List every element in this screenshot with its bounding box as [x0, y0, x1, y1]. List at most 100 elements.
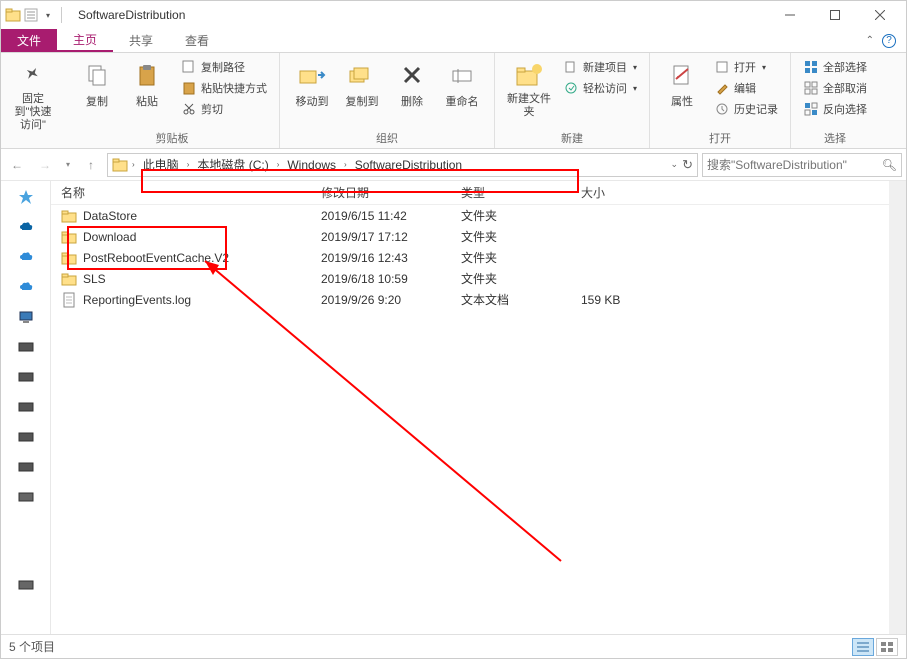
- open-button[interactable]: 打开▾: [710, 57, 782, 77]
- address-dropdown-icon[interactable]: ⌄: [671, 159, 679, 170]
- paste-shortcut-button[interactable]: 粘贴快捷方式: [177, 78, 271, 98]
- onedrive-icon[interactable]: [16, 217, 36, 237]
- chevron-right-icon[interactable]: ›: [130, 160, 137, 169]
- list-item[interactable]: SLS2019/6/18 10:59文件夹: [51, 268, 906, 289]
- up-button[interactable]: ↑: [79, 153, 103, 177]
- list-item[interactable]: PostRebootEventCache.V22019/9/16 12:43文件…: [51, 247, 906, 268]
- scrollbar[interactable]: [889, 181, 906, 635]
- onedrive-icon[interactable]: [16, 247, 36, 267]
- breadcrumb-segment[interactable]: SoftwareDistribution: [351, 158, 466, 172]
- paste-button[interactable]: 粘贴: [123, 57, 171, 111]
- chevron-right-icon[interactable]: ›: [275, 160, 282, 169]
- column-headers[interactable]: 名称 修改日期 类型 大小: [51, 181, 906, 205]
- drive-icon[interactable]: [16, 487, 36, 507]
- ribbon: 固定到"快速访问" 复制 粘贴 复制路径 粘贴快捷方式 剪切 剪贴板: [1, 53, 906, 149]
- folder-icon: [61, 229, 77, 245]
- tab-home[interactable]: 主页: [57, 29, 113, 52]
- invert-selection-icon: [803, 101, 819, 117]
- chevron-right-icon[interactable]: ›: [185, 160, 192, 169]
- forward-button[interactable]: →: [33, 153, 57, 177]
- new-folder-icon: [513, 59, 545, 91]
- drive-icon[interactable]: [16, 367, 36, 387]
- history-icon: [714, 101, 730, 117]
- tab-file[interactable]: 文件: [1, 29, 57, 52]
- tab-view[interactable]: 查看: [169, 29, 225, 52]
- file-name: PostRebootEventCache.V2: [83, 251, 229, 265]
- chevron-right-icon[interactable]: ›: [342, 160, 349, 169]
- copy-button[interactable]: 复制: [73, 57, 121, 111]
- file-name: SLS: [83, 272, 106, 286]
- invert-selection-button[interactable]: 反向选择: [799, 99, 871, 119]
- new-item-button[interactable]: 新建项目▾: [559, 57, 641, 77]
- close-button[interactable]: [857, 1, 902, 29]
- group-open-label: 打开: [658, 128, 782, 148]
- qat-dropdown-icon[interactable]: ▾: [41, 8, 55, 22]
- rename-button[interactable]: 重命名: [438, 57, 486, 111]
- copy-path-button[interactable]: 复制路径: [177, 57, 271, 77]
- file-type: 文件夹: [461, 207, 581, 224]
- group-new-label: 新建: [503, 128, 641, 148]
- new-folder-button[interactable]: 新建文件夹: [503, 57, 555, 121]
- file-type: 文本文档: [461, 291, 581, 308]
- file-date: 2019/6/18 10:59: [321, 272, 461, 286]
- window-title: SoftwareDistribution: [78, 8, 185, 22]
- list-item[interactable]: ReportingEvents.log2019/9/26 9:20文本文档159…: [51, 289, 906, 310]
- minimize-button[interactable]: [767, 1, 812, 29]
- delete-button[interactable]: 删除: [388, 57, 436, 111]
- edit-button[interactable]: 编辑: [710, 78, 782, 98]
- pin-to-quick-access-button[interactable]: 固定到"快速访问": [9, 57, 57, 135]
- breadcrumb-segment[interactable]: 此电脑: [139, 156, 183, 173]
- cloud-icon[interactable]: [16, 277, 36, 297]
- collapse-ribbon-icon[interactable]: ⌃: [866, 35, 874, 46]
- back-button[interactable]: ←: [5, 153, 29, 177]
- breadcrumb-segment[interactable]: 本地磁盘 (C:): [193, 156, 272, 173]
- folder-icon: [61, 271, 77, 287]
- address-bar[interactable]: › 此电脑 › 本地磁盘 (C:) › Windows › SoftwareDi…: [107, 153, 698, 177]
- column-date[interactable]: 修改日期: [321, 184, 461, 201]
- file-name: DataStore: [83, 209, 137, 223]
- maximize-button[interactable]: [812, 1, 857, 29]
- large-icons-view-button[interactable]: [876, 638, 898, 656]
- tab-share[interactable]: 共享: [113, 29, 169, 52]
- easy-access-icon: [563, 80, 579, 96]
- drive-icon[interactable]: [16, 427, 36, 447]
- network-icon[interactable]: [16, 575, 36, 595]
- search-box[interactable]: 🔍︎: [702, 153, 902, 177]
- this-pc-icon[interactable]: [16, 307, 36, 327]
- search-icon[interactable]: 🔍︎: [882, 158, 897, 172]
- list-item[interactable]: DataStore 2019/6/15 11:42文件夹: [51, 205, 906, 226]
- breadcrumb-segment[interactable]: Windows: [283, 158, 340, 172]
- navbar: ← → ▾ ↑ › 此电脑 › 本地磁盘 (C:) › Windows › So…: [1, 149, 906, 181]
- select-none-button[interactable]: 全部取消: [799, 78, 871, 98]
- details-view-button[interactable]: [852, 638, 874, 656]
- file-date: 2019/6/15 11:42: [321, 209, 461, 223]
- file-name: ReportingEvents.log: [83, 293, 191, 307]
- move-to-icon: [296, 59, 328, 91]
- list-item[interactable]: Download2019/9/17 17:12文件夹: [51, 226, 906, 247]
- select-all-button[interactable]: 全部选择: [799, 57, 871, 77]
- drive-icon[interactable]: [16, 457, 36, 477]
- open-icon: [714, 59, 730, 75]
- refresh-icon[interactable]: ↻: [682, 157, 693, 173]
- folder-icon: [61, 208, 77, 224]
- quick-access-icon[interactable]: [16, 187, 36, 207]
- file-list[interactable]: 名称 修改日期 类型 大小 DataStore 2019/6/15 11:42文件…: [51, 181, 906, 635]
- easy-access-button[interactable]: 轻松访问▾: [559, 78, 641, 98]
- navigation-pane[interactable]: [1, 181, 51, 635]
- move-to-button[interactable]: 移动到: [288, 57, 336, 111]
- drive-icon[interactable]: [16, 337, 36, 357]
- recent-locations-button[interactable]: ▾: [61, 153, 75, 177]
- drive-icon[interactable]: [16, 397, 36, 417]
- file-date: 2019/9/17 17:12: [321, 230, 461, 244]
- help-icon[interactable]: ?: [882, 34, 896, 48]
- history-button[interactable]: 历史记录: [710, 99, 782, 119]
- column-size[interactable]: 大小: [581, 184, 681, 201]
- search-input[interactable]: [707, 158, 882, 172]
- copy-to-button[interactable]: 复制到: [338, 57, 386, 111]
- column-type[interactable]: 类型: [461, 184, 581, 201]
- properties-button[interactable]: 属性: [658, 57, 706, 111]
- file-name: Download: [83, 230, 136, 244]
- column-name[interactable]: 名称: [61, 184, 321, 201]
- file-date: 2019/9/16 12:43: [321, 251, 461, 265]
- cut-button[interactable]: 剪切: [177, 99, 271, 119]
